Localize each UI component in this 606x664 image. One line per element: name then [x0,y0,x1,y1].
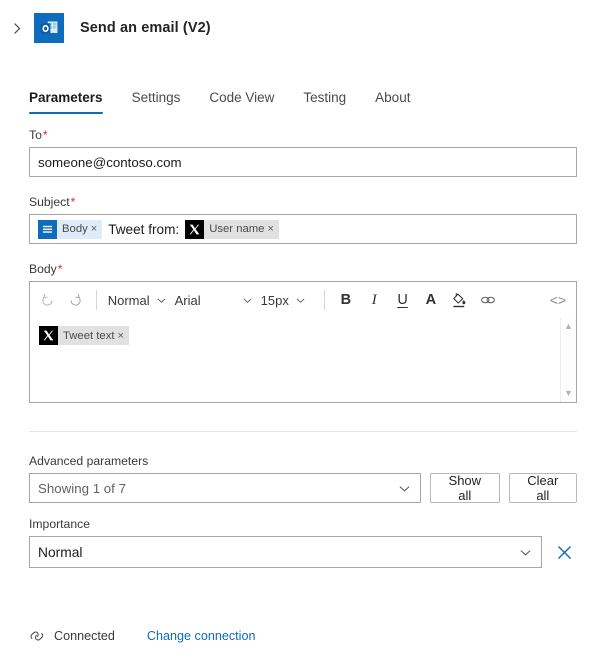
to-label: To* [29,128,48,142]
to-input-value: someone@contoso.com [38,154,182,170]
importance-select[interactable]: Normal [29,536,542,568]
tab-settings[interactable]: Settings [132,90,181,114]
action-header: Send an email (V2) [0,0,606,56]
to-field-group: To* someone@contoso.com [29,128,577,177]
tab-code-view[interactable]: Code View [209,90,274,114]
token-remove-icon[interactable]: × [118,330,129,342]
x-twitter-icon [185,219,205,239]
editor-toolbar: Normal Arial 15px B I U A <> [30,282,576,318]
to-input[interactable]: someone@contoso.com [29,147,577,177]
required-marker: * [42,128,48,142]
connection-icon [29,628,45,644]
paragraph-style-value: Normal [107,292,150,308]
scroll-up-icon[interactable]: ▲ [564,322,573,331]
connection-status-text: Connected [54,629,115,643]
paint-bucket-icon[interactable] [445,286,473,314]
paragraph-style-select[interactable]: Normal [104,287,171,313]
scroll-down-icon[interactable]: ▼ [564,389,573,398]
redo-icon[interactable] [61,286,88,314]
importance-label: Importance [29,517,90,531]
advanced-parameters-row: Showing 1 of 7 Show all Clear all [29,473,577,503]
subject-label: Subject* [29,195,76,209]
bold-button[interactable]: B [332,286,360,314]
font-family-value: Arial [174,292,201,308]
tab-parameters[interactable]: Parameters [29,90,103,114]
font-size-select[interactable]: 15px [257,287,310,313]
required-marker: * [57,262,63,276]
token-remove-icon[interactable]: × [91,223,102,235]
chevron-down-icon [398,482,411,495]
subject-input[interactable]: Body × Tweet from: User name × [29,214,577,244]
parameters-form: To* someone@contoso.com Subject* Body × … [0,128,606,568]
subject-token-row: Body × Tweet from: User name × [38,219,279,239]
connection-status-bar: Connected Change connection [29,628,255,644]
body-scrollbar[interactable]: ▲ ▼ [560,318,576,402]
undo-icon[interactable] [34,286,61,314]
subject-field-group: Subject* Body × Tweet from: User name × [29,195,577,244]
tab-about[interactable]: About [375,90,410,114]
advanced-parameters-group: Advanced parameters Showing 1 of 7 Show … [29,454,577,503]
importance-row: Normal [29,536,577,568]
outlook-icon [34,13,64,43]
body-field-group: Body* Normal Arial 15px B I U A <> Tweet… [29,262,577,403]
importance-value: Normal [38,544,83,560]
show-all-button[interactable]: Show all [429,473,500,503]
font-family-select[interactable]: Arial [171,287,257,313]
body-content-area[interactable]: Tweet text × ▲ ▼ [30,318,576,402]
change-connection-link[interactable]: Change connection [147,629,256,643]
page-title: Send an email (V2) [80,20,211,36]
chevron-down-icon [519,546,532,559]
clear-all-button[interactable]: Clear all [508,473,577,503]
advanced-parameters-label: Advanced parameters [29,454,149,468]
tab-testing[interactable]: Testing [303,90,346,114]
token-chip-user-name[interactable]: User name × [185,219,279,239]
token-chip-body[interactable]: Body × [38,219,103,239]
font-size-value: 15px [260,292,289,308]
required-marker: * [70,195,76,209]
x-twitter-icon [39,326,58,345]
chevron-down-icon [242,295,253,306]
importance-group: Importance Normal [29,517,577,568]
toolbar-divider [95,290,97,310]
italic-button[interactable]: I [360,286,388,314]
chevron-down-icon [156,295,167,306]
toolbar-divider [323,290,325,310]
tab-bar: Parameters Settings Code View Testing Ab… [0,74,606,114]
remove-importance-button[interactable] [552,539,577,565]
token-chip-label: Body [62,223,88,235]
advanced-parameters-select[interactable]: Showing 1 of 7 [29,473,421,503]
token-chip-label: Tweet text [63,329,115,342]
code-view-button[interactable]: <> [544,286,572,314]
token-chip-label: User name [209,223,265,235]
chevron-right-icon[interactable] [4,15,30,41]
token-chip-tweet-text[interactable]: Tweet text × [39,326,129,345]
font-color-button[interactable]: A [417,286,445,314]
body-label: Body* [29,262,63,276]
token-remove-icon[interactable]: × [267,223,278,235]
link-icon[interactable] [473,286,501,314]
advanced-parameters-value: Showing 1 of 7 [38,480,126,496]
chevron-down-icon [295,295,306,306]
subject-static-text: Tweet from: [108,221,180,237]
section-divider [29,431,577,432]
body-lines-icon [38,219,57,239]
rich-text-editor: Normal Arial 15px B I U A <> Tweet text … [29,281,577,403]
underline-button[interactable]: U [388,286,416,314]
